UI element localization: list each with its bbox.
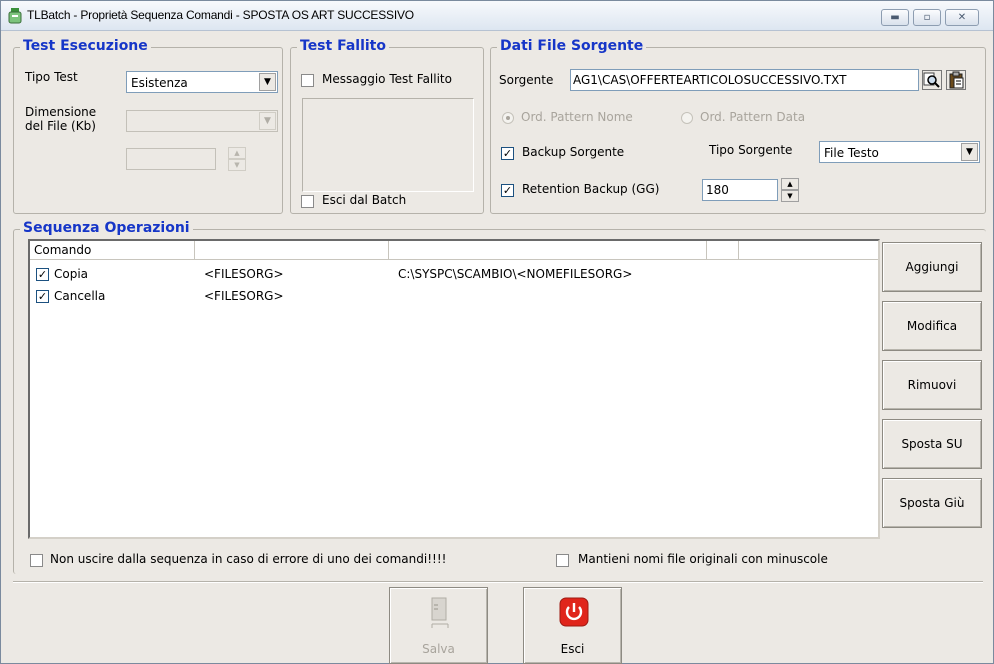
spin-up-icon[interactable]: ▲: [781, 178, 799, 190]
salva-label: Salva: [422, 642, 455, 656]
dimensione-select[interactable]: ▼: [126, 110, 278, 132]
column-header-5[interactable]: [739, 241, 878, 260]
tipo-test-value: Esistenza: [131, 76, 188, 90]
dimensione-number-field[interactable]: [126, 148, 216, 170]
ord-pattern-nome-label: Ord. Pattern Nome: [521, 110, 633, 124]
row-arg1: <FILESORG>: [204, 289, 284, 303]
dimensione-label: Dimensione del File (Kb): [25, 105, 97, 133]
sequenza-list[interactable]: Comando ✓ Copia <FILESORG> C:\SYSPC\SCAM…: [28, 239, 880, 539]
esci-dal-batch-checkbox[interactable]: [301, 195, 314, 208]
row-checkbox[interactable]: ✓: [36, 290, 49, 303]
sorgente-input[interactable]: AG1\CAS\OFFERTEARTICOLOSUCCESSIVO.TXT: [570, 69, 919, 91]
window-title: TLBatch - Proprietà Sequenza Comandi - S…: [27, 8, 414, 22]
esci-label: Esci: [560, 642, 585, 656]
close-button[interactable]: ✕: [945, 9, 979, 26]
sposta-su-button[interactable]: Sposta SU: [882, 419, 982, 469]
mantieni-nomi-checkbox[interactable]: [556, 554, 569, 567]
clipboard-icon: [949, 71, 964, 89]
magnifier-icon: [923, 72, 940, 88]
messaggio-test-fallito-checkbox[interactable]: [301, 74, 314, 87]
column-header-2[interactable]: [195, 241, 389, 260]
mantieni-nomi-label: Mantieni nomi file originali con minusco…: [578, 552, 828, 566]
spin-up-icon[interactable]: ▲: [228, 147, 246, 159]
ord-pattern-data-radio[interactable]: [681, 112, 693, 124]
paste-button[interactable]: [946, 70, 966, 90]
power-icon: [559, 597, 589, 627]
modifica-button[interactable]: Modifica: [882, 301, 982, 351]
backup-sorgente-label: Backup Sorgente: [522, 145, 625, 159]
dati-file-sorgente-group: Dati File Sorgente Sorgente AG1\CAS\OFFE…: [490, 38, 986, 214]
column-header-3[interactable]: [389, 241, 707, 260]
chevron-down-icon[interactable]: ▼: [961, 143, 978, 161]
sorgente-label: Sorgente: [499, 73, 554, 87]
main-window: TLBatch - Proprietà Sequenza Comandi - S…: [0, 0, 994, 664]
row-arg1: <FILESORG>: [204, 267, 284, 281]
retention-backup-label: Retention Backup (GG): [522, 182, 660, 196]
row-arg2: C:\SYSPC\SCAMBIO\<NOMEFILESORG>: [398, 267, 633, 281]
column-header-4[interactable]: [707, 241, 739, 260]
app-icon: [8, 8, 22, 24]
backup-sorgente-checkbox[interactable]: ✓: [501, 147, 514, 160]
close-icon: ✕: [957, 12, 967, 23]
maximize-button[interactable]: ▫: [913, 9, 941, 26]
non-uscire-label: Non uscire dalla sequenza in caso di err…: [50, 552, 447, 566]
spin-down-icon[interactable]: ▼: [781, 190, 799, 202]
test-esecuzione-legend: Test Esecuzione: [20, 38, 151, 54]
spin-down-icon[interactable]: ▼: [228, 159, 246, 171]
tipo-sorgente-value: File Testo: [824, 146, 879, 160]
minimize-button[interactable]: ▬: [881, 9, 909, 26]
title-bar[interactable]: TLBatch - Proprietà Sequenza Comandi - S…: [1, 1, 993, 31]
footer-separator: [13, 581, 983, 583]
esci-button[interactable]: Esci: [523, 587, 622, 664]
save-door-icon: [431, 597, 449, 628]
test-fallito-group: Test Fallito Messaggio Test Fallito Esci…: [290, 38, 484, 214]
non-uscire-checkbox[interactable]: [30, 554, 43, 567]
sequenza-operazioni-legend: Sequenza Operazioni: [20, 220, 193, 236]
browse-button[interactable]: [922, 70, 942, 90]
tipo-sorgente-select[interactable]: File Testo ▼: [819, 141, 980, 163]
tipo-test-label: Tipo Test: [25, 70, 78, 84]
row-checkbox[interactable]: ✓: [36, 268, 49, 281]
esci-dal-batch-label: Esci dal Batch: [322, 193, 407, 207]
table-row[interactable]: ✓ Copia <FILESORG> C:\SYSPC\SCAMBIO\<NOM…: [34, 265, 864, 285]
ord-pattern-data-label: Ord. Pattern Data: [700, 110, 806, 124]
table-row[interactable]: ✓ Cancella <FILESORG>: [34, 287, 864, 307]
retention-input[interactable]: 180: [702, 179, 778, 201]
test-esecuzione-group: Test Esecuzione Tipo Test Esistenza ▼ Di…: [13, 38, 283, 214]
row-comando: Copia: [54, 267, 89, 281]
dati-file-sorgente-legend: Dati File Sorgente: [497, 38, 647, 54]
sposta-giu-button[interactable]: Sposta Giù: [882, 478, 982, 528]
maximize-icon: ▫: [923, 12, 931, 23]
ord-pattern-nome-radio[interactable]: [502, 112, 514, 124]
salva-button[interactable]: Salva: [389, 587, 488, 664]
minimize-icon: ▬: [890, 12, 900, 23]
retention-spinner[interactable]: ▲ ▼: [781, 178, 799, 202]
dimensione-spinner[interactable]: ▲ ▼: [228, 147, 246, 171]
row-comando: Cancella: [54, 289, 106, 303]
tipo-test-select[interactable]: Esistenza ▼: [126, 71, 278, 93]
rimuovi-button[interactable]: Rimuovi: [882, 360, 982, 410]
chevron-down-icon[interactable]: ▼: [259, 112, 276, 130]
aggiungi-button[interactable]: Aggiungi: [882, 242, 982, 292]
retention-backup-checkbox[interactable]: ✓: [501, 184, 514, 197]
messaggio-text-area[interactable]: [302, 98, 474, 192]
column-header-comando[interactable]: Comando: [30, 241, 195, 260]
messaggio-test-fallito-label: Messaggio Test Fallito: [322, 72, 452, 86]
test-fallito-legend: Test Fallito: [297, 38, 389, 54]
chevron-down-icon[interactable]: ▼: [259, 73, 276, 91]
tipo-sorgente-label: Tipo Sorgente: [709, 143, 793, 157]
